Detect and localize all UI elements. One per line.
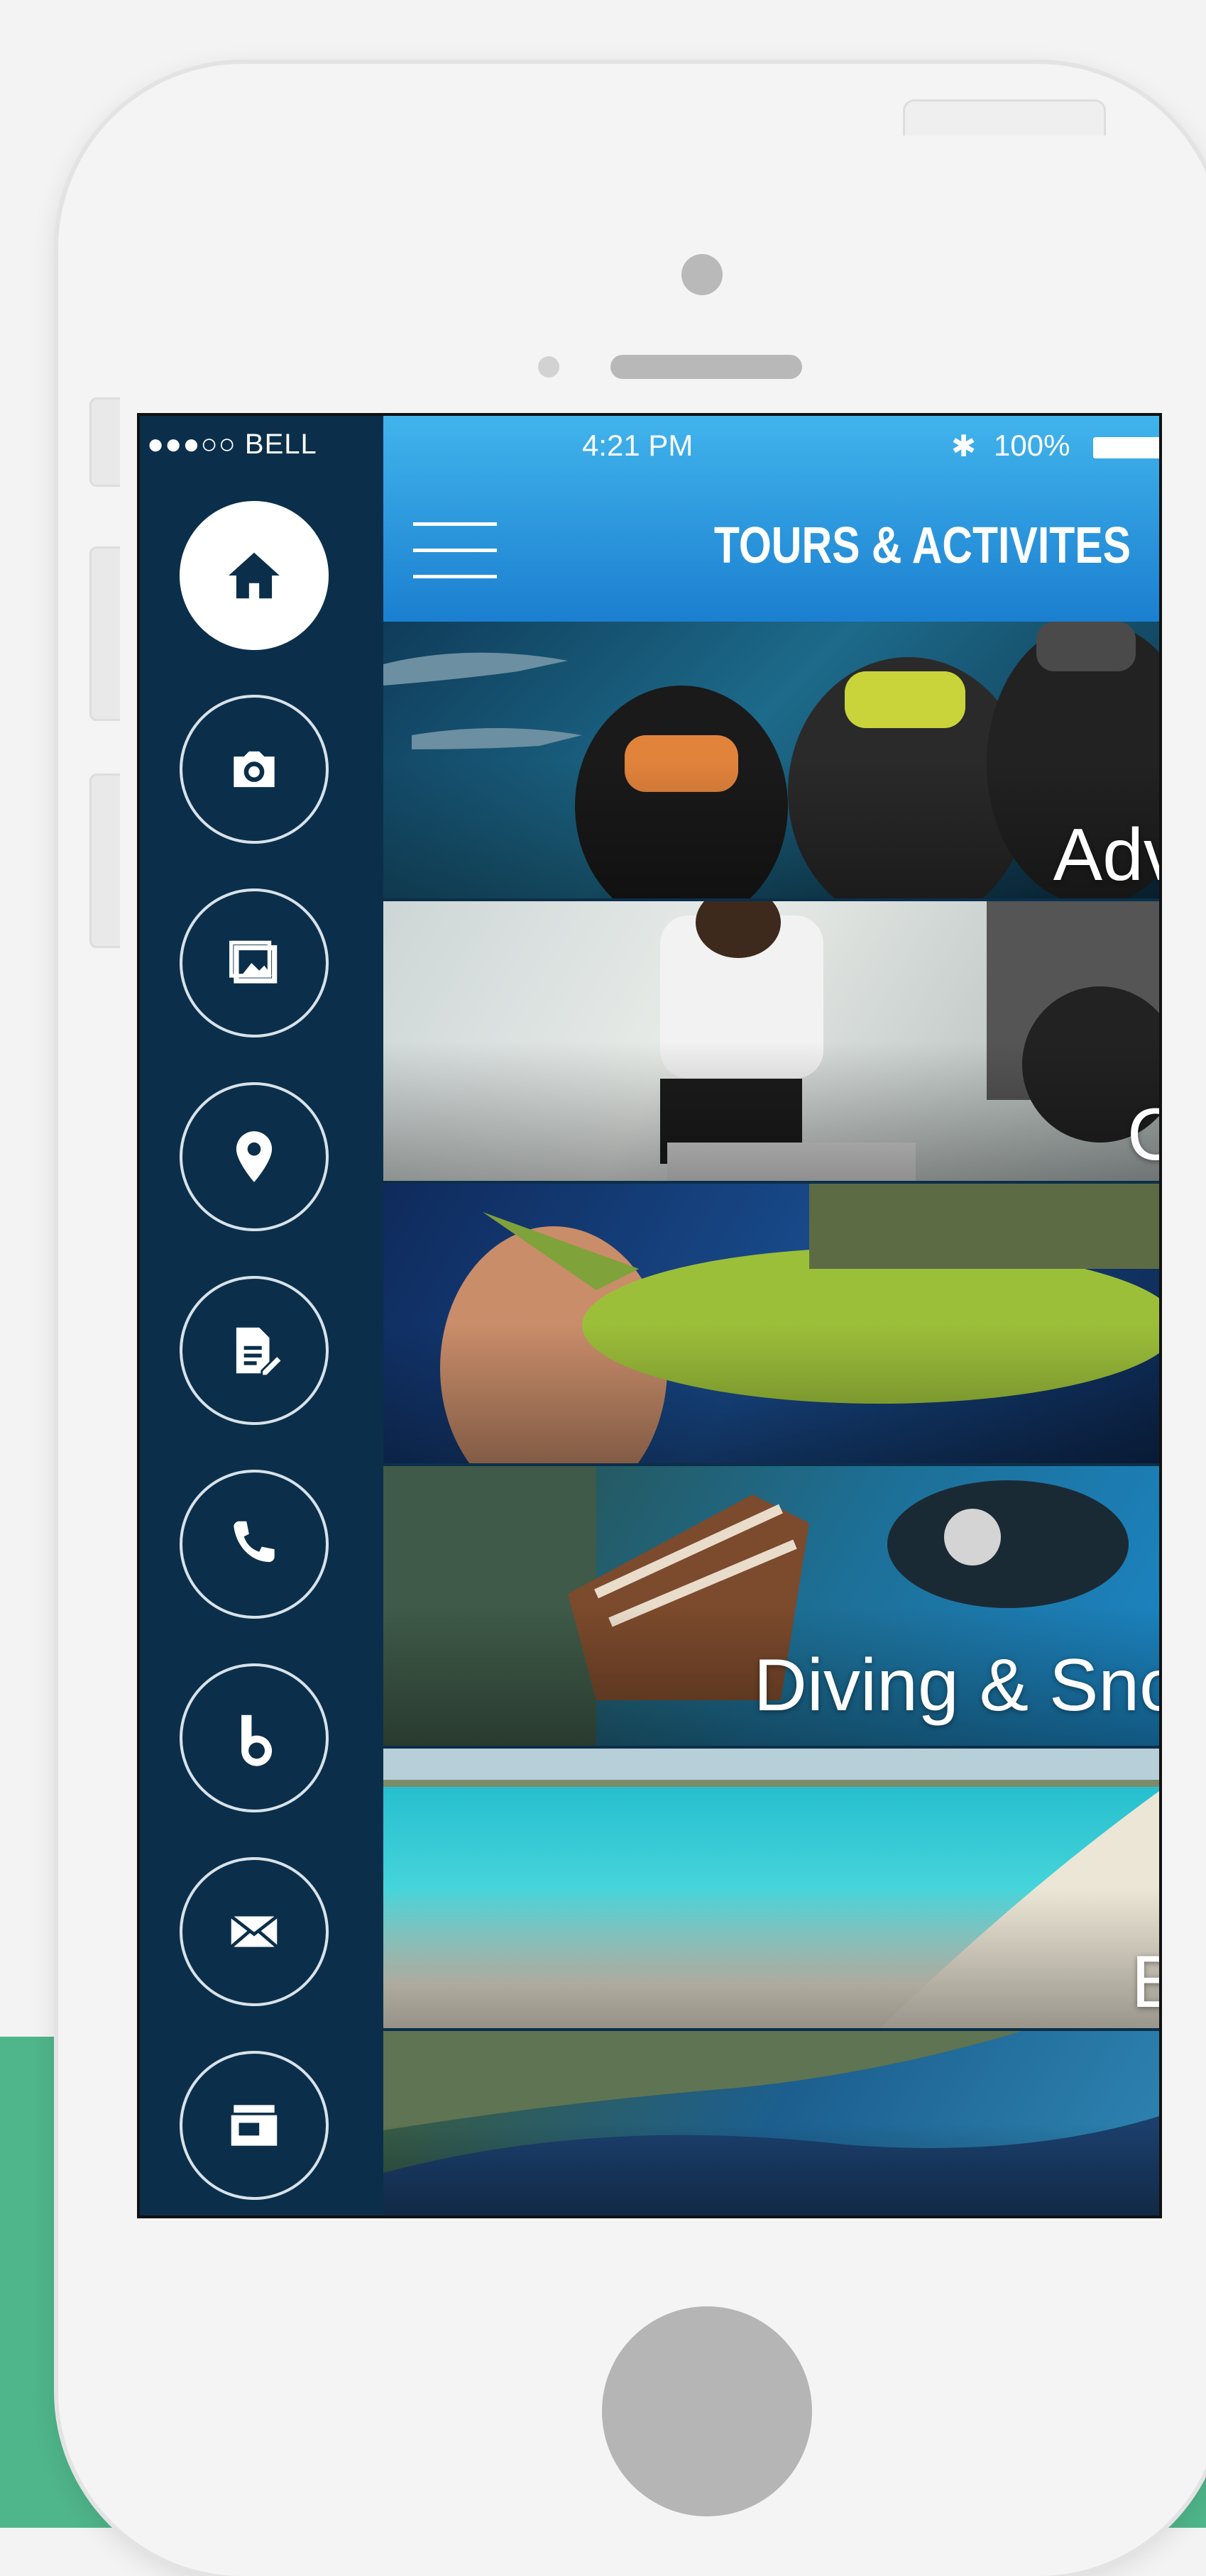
card-shade bbox=[383, 1184, 1159, 1463]
card-shade bbox=[383, 622, 1159, 898]
sidebar-item-gallery[interactable] bbox=[180, 888, 329, 1037]
brand-icon bbox=[241, 1714, 273, 1766]
card-box-icon bbox=[231, 2105, 278, 2146]
home-icon bbox=[229, 552, 280, 599]
sidebar-item-notes[interactable] bbox=[180, 1276, 329, 1425]
bluetooth-icon: ✱ bbox=[951, 429, 977, 463]
sidebar-item-mail[interactable] bbox=[180, 1857, 329, 2006]
earpiece-speaker bbox=[610, 355, 802, 379]
power-button bbox=[903, 99, 1106, 136]
volume-down-button bbox=[89, 774, 120, 948]
sidebar: ●●●○○ BELL bbox=[140, 416, 383, 2216]
activity-card[interactable] bbox=[383, 1184, 1159, 1463]
gallery-icon bbox=[229, 940, 278, 984]
activity-card[interactable]: Adv bbox=[383, 622, 1159, 898]
card-shade bbox=[383, 2031, 1159, 2216]
app-screen: ●●●○○ BELL 4:21 PM ✱ 100% TOURS & ACTIVI… bbox=[137, 413, 1162, 2218]
mail-icon bbox=[230, 1915, 278, 1949]
mute-switch bbox=[89, 397, 120, 487]
sidebar-item-phone[interactable] bbox=[180, 1470, 329, 1619]
header-bar: 4:21 PM ✱ 100% TOURS & ACTIVITES bbox=[383, 416, 1159, 622]
activity-card[interactable] bbox=[383, 2031, 1159, 2216]
hamburger-menu-button[interactable] bbox=[413, 522, 497, 582]
camera-icon bbox=[234, 751, 275, 788]
card-label: Diving & Sno bbox=[753, 1644, 1159, 1727]
battery-icon bbox=[1093, 437, 1159, 458]
activity-card[interactable]: C bbox=[383, 901, 1159, 1181]
sidebar-item-home[interactable] bbox=[180, 501, 329, 650]
card-label: C bbox=[1127, 1093, 1159, 1177]
notes-icon bbox=[236, 1327, 284, 1377]
map-pin-icon bbox=[236, 1131, 273, 1182]
carrier-status: ●●●○○ BELL bbox=[147, 429, 317, 460]
card-label: Adv bbox=[1053, 814, 1159, 896]
front-camera bbox=[681, 254, 723, 295]
phone-icon bbox=[234, 1521, 275, 1563]
sidebar-item-location[interactable] bbox=[180, 1082, 329, 1231]
volume-up-button bbox=[89, 546, 120, 721]
battery-text: 100% bbox=[994, 429, 1070, 462]
card-shade bbox=[383, 901, 1159, 1181]
activity-card[interactable]: B bbox=[383, 1749, 1159, 2028]
status-time: 4:21 PM bbox=[582, 429, 694, 462]
page-title: TOURS & ACTIVITES bbox=[713, 517, 1131, 574]
activity-card[interactable]: Diving & Sno bbox=[383, 1466, 1159, 1746]
sidebar-item-camera[interactable] bbox=[180, 695, 329, 844]
home-button[interactable] bbox=[602, 2306, 812, 2516]
proximity-sensor bbox=[538, 356, 559, 378]
main-content: 4:21 PM ✱ 100% TOURS & ACTIVITES Adv bbox=[383, 416, 1159, 2216]
sidebar-item-cards[interactable] bbox=[180, 2051, 329, 2200]
sidebar-item-brand[interactable] bbox=[180, 1663, 329, 1812]
card-shade bbox=[383, 1749, 1159, 2028]
card-label: B bbox=[1131, 1940, 1159, 2025]
